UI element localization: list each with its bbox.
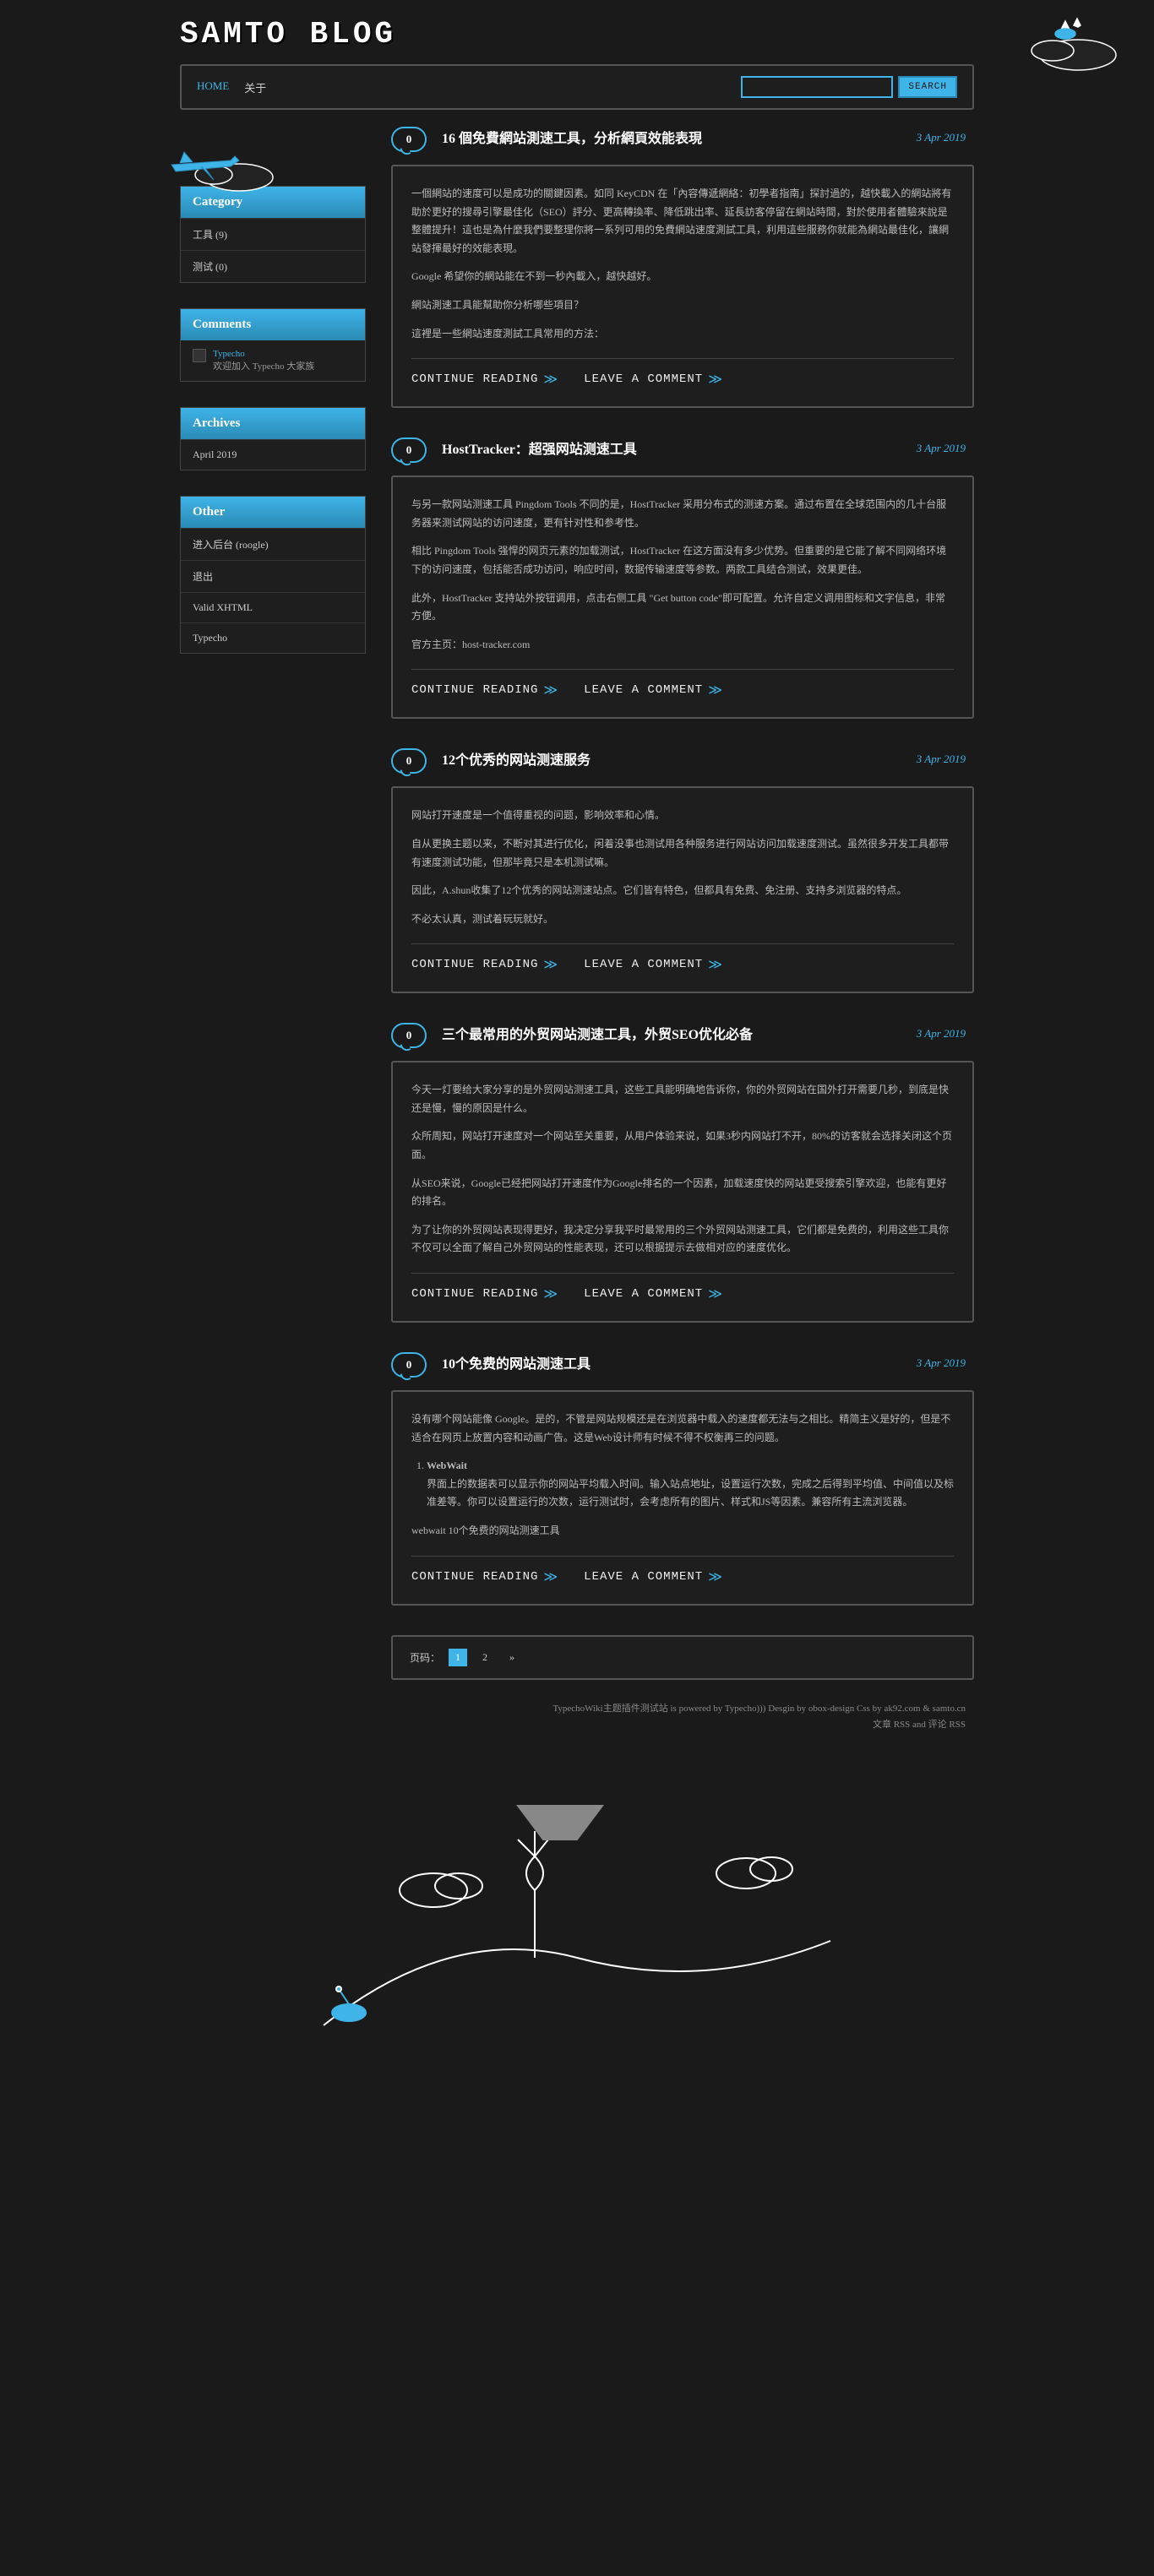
pagination-label: 页码： — [410, 1650, 440, 1665]
arrow-icon: ≫ — [543, 956, 558, 973]
post-paragraph: 此外，HostTracker 支持站外按钮调用，点击右侧工具 "Get butt… — [411, 590, 954, 626]
post-title[interactable]: 三个最常用的外贸网站测速工具，外贸SEO优化必备 — [442, 1023, 974, 1043]
post-paragraph: 不必太认真，测试着玩玩就好。 — [411, 910, 954, 929]
site-logo[interactable]: SAMTO BLOG — [180, 17, 974, 52]
widget-title: Archives — [181, 408, 365, 439]
post-paragraph: 为了让你的外贸网站表现得更好，我决定分享我平时最常用的三个外贸网站测速工具，它们… — [411, 1221, 954, 1258]
post-paragraph: 相比 Pingdom Tools 强悍的网页元素的加载测试，HostTracke… — [411, 542, 954, 579]
continue-reading-link[interactable]: CONTINUE READING ≫ — [411, 1568, 558, 1585]
leave-comment-link[interactable]: LEAVE A COMMENT ≫ — [584, 371, 723, 388]
continue-reading-link[interactable]: CONTINUE READING ≫ — [411, 682, 558, 698]
header-doodle — [985, 8, 1120, 79]
post-paragraph: 這裡是一些網站速度測試工具常用的方法： — [411, 325, 954, 344]
post-paragraph: webwait 10个免费的网站测速工具 — [411, 1522, 954, 1541]
arrow-icon: ≫ — [708, 1285, 723, 1302]
other-item[interactable]: Valid XHTML — [181, 592, 365, 622]
post-paragraph: 众所周知，网站打开速度对一个网站至关重要，从用户体验来说，如果3秒内网站打不开，… — [411, 1128, 954, 1164]
footer-doodle — [180, 1755, 974, 2215]
footer-link[interactable]: obox-design — [808, 1704, 854, 1714]
arrow-icon: ≫ — [708, 371, 723, 388]
post-title[interactable]: 16 個免費網站測速工具，分析網頁效能表現 — [442, 127, 974, 147]
comment-count-bubble[interactable]: 0 — [391, 127, 427, 152]
post-paragraph: 今天一灯要给大家分享的是外贸网站测速工具，这些工具能明确地告诉你，你的外贸网站在… — [411, 1081, 954, 1117]
other-item[interactable]: 退出 — [181, 560, 365, 592]
arrow-icon: ≫ — [543, 1568, 558, 1585]
comment-item[interactable]: Typecho欢迎加入 Typecho 大家族 — [181, 340, 365, 381]
post-body: 与另一款网站测速工具 Pingdom Tools 不同的是，HostTracke… — [391, 476, 974, 719]
category-item[interactable]: 工具 (9) — [181, 218, 365, 250]
arrow-icon: ≫ — [543, 371, 558, 388]
airplane-doodle — [155, 139, 290, 202]
page-link[interactable]: 1 — [449, 1649, 467, 1666]
post-body: 一個網站的速度可以是成功的關鍵因素。如同 KeyCDN 在「內容傳遞網絡：初學者… — [391, 165, 974, 408]
post-paragraph: 从SEO来说，Google已经把网站打开速度作为Google排名的一个因素，加载… — [411, 1175, 954, 1211]
post-body: 没有哪个网站能像 Google。是的，不管是网站规模还是在浏览器中载入的速度都无… — [391, 1390, 974, 1606]
post-date: 3 Apr 2019 — [917, 131, 966, 144]
continue-reading-link[interactable]: CONTINUE READING ≫ — [411, 371, 558, 388]
post-paragraph: 自从更换主题以来，不断对其进行优化，闲着没事也测试用各种服务进行网站访问加载速度… — [411, 835, 954, 872]
other-item[interactable]: Typecho — [181, 622, 365, 653]
comment-count-bubble[interactable]: 0 — [391, 1023, 427, 1048]
post-title[interactable]: HostTracker：超强网站测速工具 — [442, 437, 974, 458]
next-page-link[interactable]: » — [503, 1649, 521, 1666]
footer-link[interactable]: samto.cn — [933, 1704, 966, 1714]
arrow-icon: ≫ — [708, 1568, 723, 1585]
post-paragraph: 官方主页：host-tracker.com — [411, 636, 954, 655]
category-item[interactable]: 测试 (0) — [181, 250, 365, 282]
arrow-icon: ≫ — [543, 1285, 558, 1302]
avatar-icon — [193, 349, 206, 362]
footer-link[interactable]: ak92.com — [884, 1704, 920, 1714]
post-paragraph: 与另一款网站测速工具 Pingdom Tools 不同的是，HostTracke… — [411, 496, 954, 532]
post: 0 三个最常用的外贸网站测速工具，外贸SEO优化必备3 Apr 2019 今天一灯要… — [391, 1023, 974, 1323]
post-paragraph: 没有哪个网站能像 Google。是的，不管是网站规模还是在浏览器中载入的速度都无… — [411, 1410, 954, 1447]
comment-count-bubble[interactable]: 0 — [391, 1352, 427, 1378]
footer: TypechoWiki主题插件测试站 is powered by Typecho… — [180, 1680, 974, 1756]
post: 0 16 個免費網站測速工具，分析網頁效能表現3 Apr 2019 一個網站的速度可… — [391, 127, 974, 408]
leave-comment-link[interactable]: LEAVE A COMMENT ≫ — [584, 1285, 723, 1302]
post: 0 HostTracker：超强网站测速工具3 Apr 2019 与另一款网站测速工… — [391, 437, 974, 719]
page-link[interactable]: 2 — [476, 1649, 494, 1666]
post-date: 3 Apr 2019 — [917, 1356, 966, 1370]
leave-comment-link[interactable]: LEAVE A COMMENT ≫ — [584, 682, 723, 698]
post-paragraph: 網站測速工具能幫助你分析哪些項目？ — [411, 296, 954, 315]
search-input[interactable] — [741, 76, 893, 98]
post-date: 3 Apr 2019 — [917, 442, 966, 455]
arrow-icon: ≫ — [708, 682, 723, 698]
post-body: 今天一灯要给大家分享的是外贸网站测速工具，这些工具能明确地告诉你，你的外贸网站在… — [391, 1061, 974, 1323]
leave-comment-link[interactable]: LEAVE A COMMENT ≫ — [584, 956, 723, 973]
arrow-icon: ≫ — [708, 956, 723, 973]
nav-about[interactable]: 关于 — [244, 79, 266, 95]
post-paragraph: Google 希望你的網站能在不到一秒內載入，越快越好。 — [411, 268, 954, 286]
widget-other: Other 进入后台 (roogle) 退出 Valid XHTML Typec… — [180, 496, 366, 654]
post-paragraph: 一個網站的速度可以是成功的關鍵因素。如同 KeyCDN 在「內容傳遞網絡：初學者… — [411, 185, 954, 258]
nav-home[interactable]: HOME — [197, 79, 229, 95]
post-title[interactable]: 12个优秀的网站测速服务 — [442, 748, 974, 769]
archive-item[interactable]: April 2019 — [181, 439, 365, 470]
post-date: 3 Apr 2019 — [917, 1027, 966, 1041]
post-list-item: WebWait界面上的数据表可以显示你的网站平均载入时间。输入站点地址，设置运行… — [427, 1457, 954, 1512]
footer-link[interactable]: 评论 RSS — [928, 1720, 966, 1730]
post-paragraph: 因此，A.shun收集了12个优秀的网站测速站点。它们皆有特色，但都具有免费、免… — [411, 882, 954, 900]
arrow-icon: ≫ — [543, 682, 558, 698]
other-item[interactable]: 进入后台 (roogle) — [181, 528, 365, 560]
widget-comments: Comments Typecho欢迎加入 Typecho 大家族 — [180, 308, 366, 382]
widget-title: Other — [181, 497, 365, 528]
post-date: 3 Apr 2019 — [917, 753, 966, 766]
leave-comment-link[interactable]: LEAVE A COMMENT ≫ — [584, 1568, 723, 1585]
comment-count-bubble[interactable]: 0 — [391, 748, 427, 774]
continue-reading-link[interactable]: CONTINUE READING ≫ — [411, 956, 558, 973]
comment-count-bubble[interactable]: 0 — [391, 437, 427, 463]
search-button[interactable]: SEARCH — [898, 76, 957, 98]
footer-link[interactable]: 文章 RSS — [873, 1720, 910, 1730]
post-body: 网站打开速度是一个值得重视的问题，影响效率和心情。自从更换主题以来，不断对其进行… — [391, 786, 974, 993]
post-title[interactable]: 10个免费的网站测速工具 — [442, 1352, 974, 1372]
pagination: 页码： 12 » — [391, 1635, 974, 1680]
continue-reading-link[interactable]: CONTINUE READING ≫ — [411, 1285, 558, 1302]
post-paragraph: 网站打开速度是一个值得重视的问题，影响效率和心情。 — [411, 807, 954, 825]
navbar: HOME 关于 SEARCH — [180, 64, 974, 110]
widget-archives: Archives April 2019 — [180, 407, 366, 470]
post: 0 12个优秀的网站测速服务3 Apr 2019 网站打开速度是一个值得重视的问题，… — [391, 748, 974, 993]
widget-title: Comments — [181, 309, 365, 340]
post: 0 10个免费的网站测速工具3 Apr 2019 没有哪个网站能像 Google。是… — [391, 1352, 974, 1606]
